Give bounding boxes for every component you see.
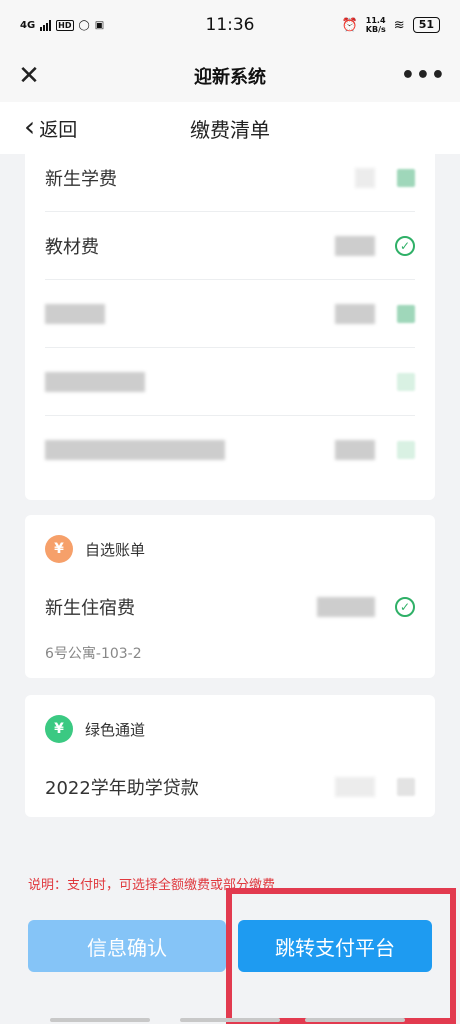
gesture-bar — [305, 1018, 405, 1022]
network-speed-value: 11.4 — [365, 16, 386, 25]
status-time: 11:36 — [205, 15, 255, 35]
check-icon[interactable]: ✓ — [395, 235, 415, 256]
redacted-amount — [335, 235, 375, 256]
list-item[interactable] — [45, 416, 415, 484]
check-icon[interactable] — [397, 304, 415, 323]
fee-label: 2022学年助学贷款 — [45, 778, 199, 799]
fee-label: 教材费 — [45, 236, 99, 258]
card-title: 绿色通道 — [85, 720, 146, 739]
confirm-info-button[interactable]: 信息确认 — [28, 920, 226, 972]
wifi-icon: ≋ — [393, 17, 405, 33]
nav-bar: ‹ 返回 缴费清单 — [0, 102, 460, 154]
content-area[interactable]: 新生学费 教材费 ✓ ¥ 自选账单 新生住宿费 ✓ 6号公寓-103-2 ¥ 绿… — [0, 154, 460, 1024]
app-notification-icon: ▣ — [94, 19, 105, 31]
network-label: 4G — [20, 19, 36, 31]
card-header: ¥ 自选账单 — [45, 535, 145, 563]
list-item[interactable]: 新生住宿费 ✓ — [45, 573, 415, 641]
redacted-amount — [335, 440, 375, 460]
list-item[interactable]: 教材费 ✓ — [45, 212, 415, 280]
network-speed-unit: KB/s — [365, 25, 386, 34]
check-icon[interactable]: ✓ — [395, 597, 415, 617]
back-label: 返回 — [39, 118, 78, 141]
check-icon[interactable] — [397, 778, 415, 796]
app-bar: ✕ 迎新系统 ••• — [0, 50, 460, 102]
fee-label: 新生住宿费 — [45, 598, 135, 619]
status-left: 4G HD ◯ ▣ — [20, 19, 180, 31]
redacted-label — [45, 371, 145, 392]
fee-label: 新生学费 — [45, 168, 117, 190]
green-channel-card: ¥ 绿色通道 2022学年助学贷款 — [25, 695, 435, 817]
required-bills-card: 新生学费 教材费 ✓ — [25, 154, 435, 500]
list-item[interactable] — [45, 348, 415, 416]
payment-note: 说明：支付时，可选择全额缴费或部分缴费 — [28, 878, 276, 893]
dorm-detail: 6号公寓-103-2 — [45, 646, 142, 662]
redacted-amount — [317, 597, 375, 617]
redacted-amount — [355, 167, 375, 188]
check-icon[interactable] — [397, 372, 415, 391]
redacted-label — [45, 303, 105, 324]
money-bag-icon: ¥ — [45, 535, 73, 563]
list-item[interactable] — [45, 280, 415, 348]
more-icon[interactable]: ••• — [401, 65, 446, 87]
redacted-amount — [335, 777, 375, 797]
close-icon[interactable]: ✕ — [14, 63, 44, 89]
redacted-amount — [335, 303, 375, 324]
gesture-bar — [180, 1018, 280, 1022]
optional-bills-card: ¥ 自选账单 新生住宿费 ✓ 6号公寓-103-2 — [25, 515, 435, 678]
list-item[interactable]: 2022学年助学贷款 — [45, 753, 415, 821]
go-to-payment-button[interactable]: 跳转支付平台 — [238, 920, 432, 972]
app-title: 迎新系统 — [194, 67, 266, 88]
gesture-bar — [50, 1018, 150, 1022]
card-title: 自选账单 — [85, 540, 146, 559]
redacted-label — [45, 440, 225, 460]
chevron-left-icon: ‹ — [24, 109, 36, 143]
check-icon[interactable] — [397, 168, 415, 187]
check-icon[interactable] — [397, 441, 415, 459]
hd-badge: HD — [56, 19, 74, 31]
signal-icon — [40, 19, 52, 31]
back-button[interactable]: ‹ 返回 — [0, 109, 120, 143]
status-right: ⏰ 11.4 KB/s ≋ 51 — [280, 16, 440, 34]
battery-indicator: 51 — [412, 17, 440, 33]
network-speed: 11.4 KB/s — [366, 16, 386, 34]
card-header: ¥ 绿色通道 — [45, 715, 145, 743]
money-bag-icon: ¥ — [45, 715, 73, 743]
status-bar: 4G HD ◯ ▣ 11:36 ⏰ 11.4 KB/s ≋ 51 — [0, 0, 460, 50]
alarm-icon: ⏰ — [341, 17, 358, 33]
list-item[interactable]: 新生学费 — [45, 154, 415, 212]
chat-icon: ◯ — [78, 19, 90, 31]
